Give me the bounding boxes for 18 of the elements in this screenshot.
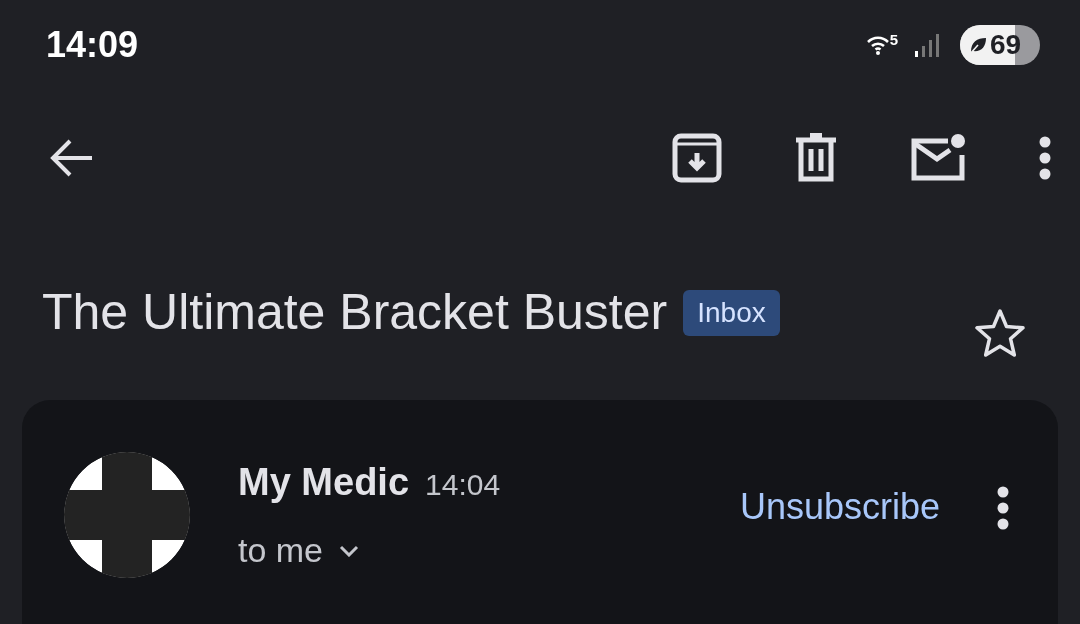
unsubscribe-link[interactable]: Unsubscribe	[739, 480, 940, 534]
recipient-details[interactable]: to me	[238, 525, 501, 576]
avatar-icon[interactable]	[64, 452, 190, 578]
email-subject: The Ultimate Bracket Buster	[42, 283, 668, 342]
message-time: 14:04	[425, 467, 501, 503]
battery-level: 69	[990, 28, 1022, 62]
wifi-icon	[865, 35, 890, 55]
trash-icon	[794, 132, 838, 183]
more-vertical-icon	[996, 486, 1010, 530]
more-vertical-icon	[1038, 135, 1052, 180]
mail-dot-icon	[910, 132, 966, 183]
wifi-generation-label: 5	[889, 30, 898, 50]
archive-icon	[672, 132, 722, 183]
back-arrow-icon	[48, 137, 94, 178]
clock: 14:09	[46, 23, 139, 67]
inbox-label[interactable]: Inbox	[683, 289, 780, 336]
sender-name: My Medic	[238, 460, 410, 505]
chevron-down-icon	[339, 544, 360, 557]
